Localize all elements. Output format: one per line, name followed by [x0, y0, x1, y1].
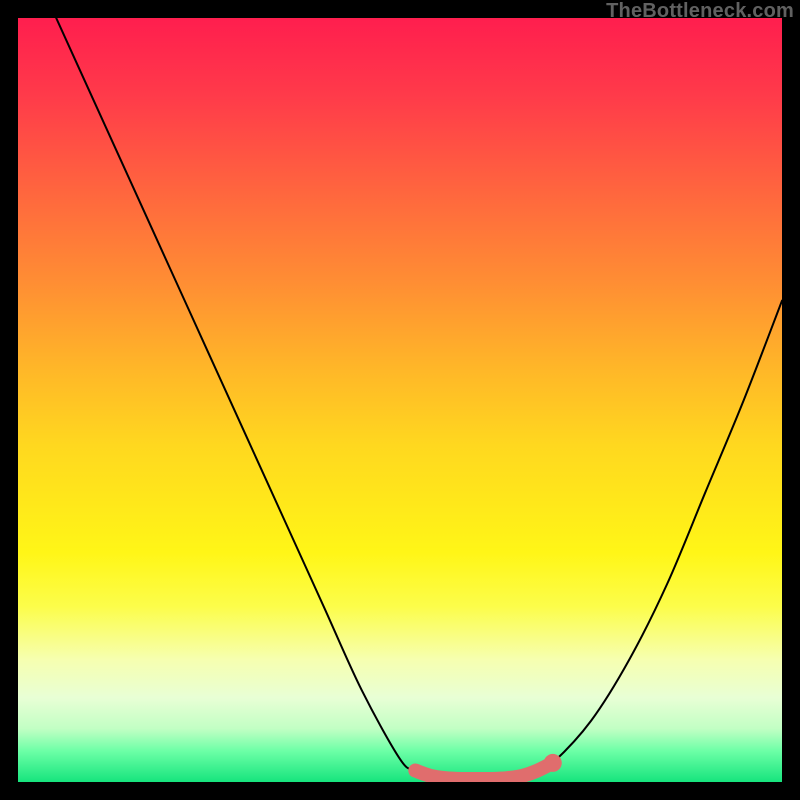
chart-frame: TheBottleneck.com [0, 0, 800, 800]
valley-endpoint-dot [544, 754, 562, 772]
chart-svg [18, 18, 782, 782]
plot-area [18, 18, 782, 782]
valley-highlight [415, 763, 553, 779]
series-right-curve [538, 301, 782, 771]
series-left-curve [56, 18, 446, 778]
watermark-text: TheBottleneck.com [606, 0, 794, 23]
